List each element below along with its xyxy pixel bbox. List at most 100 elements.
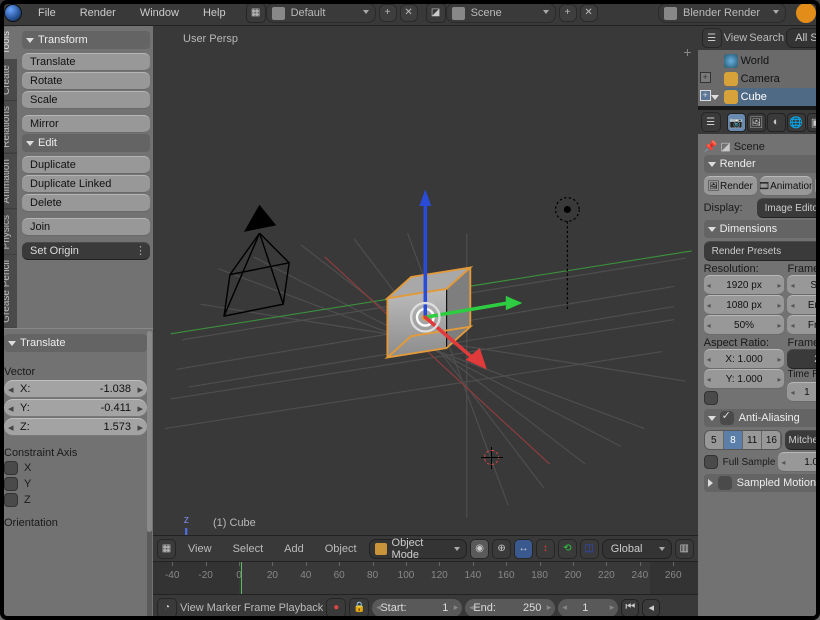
menu-file[interactable]: File [26, 3, 68, 22]
resolution-x-field[interactable]: 1920 px [704, 275, 785, 295]
region-toggle-icon[interactable]: + [683, 44, 691, 60]
panel-motion-blur-header[interactable]: Sampled Motion Blur [704, 474, 820, 492]
mirror-button[interactable]: Mirror [22, 115, 150, 133]
aspect-y-field[interactable]: Y: 1.000 [704, 369, 785, 389]
resolution-y-field[interactable]: 1080 px [704, 295, 785, 315]
tab-animation[interactable]: Animation [0, 154, 17, 209]
aa-filter-dropdown[interactable]: Mitchell-Netravali [785, 430, 820, 450]
animation-button[interactable]: 🎞Animation [760, 176, 813, 196]
duplicate-button[interactable]: Duplicate [22, 156, 150, 174]
panel-aa-header[interactable]: ✓Anti-Aliasing [704, 409, 820, 427]
manipulator-toggle-icon[interactable]: ↔ [514, 539, 533, 559]
olmenu-search[interactable]: Search [749, 32, 784, 44]
time-old-field[interactable]: 1 [787, 382, 820, 402]
panel-dimensions-header[interactable]: Dimensions [704, 220, 820, 238]
outliner-item-cube[interactable]: + Cube 👁↖📷 [724, 88, 820, 106]
outliner-tree[interactable]: World + Camera 👁↖📷 + Cube 👁↖📷 [698, 50, 820, 108]
pivot-icon[interactable]: ⊕ [492, 539, 511, 559]
layers-icon[interactable]: ▥ [675, 539, 694, 559]
vector-x-field[interactable]: X:-1.038 [4, 380, 147, 398]
screen-layout-dropdown[interactable]: Default [266, 3, 376, 23]
timeline-cursor[interactable] [241, 562, 242, 594]
set-origin-menu[interactable]: Set Origin [22, 242, 150, 260]
frame-start-field[interactable]: Start:1 [372, 599, 462, 617]
tab-physics[interactable]: Physics [0, 210, 17, 255]
timeline-editor-icon[interactable]: ◔ [157, 598, 177, 618]
3dmenu-select[interactable]: Select [224, 540, 273, 558]
border-check[interactable] [704, 391, 785, 405]
tlmenu-marker[interactable]: Marker [207, 602, 241, 614]
render-presets-dropdown[interactable]: Render Presets [704, 241, 820, 261]
outliner-filter-dropdown[interactable]: All Scenes [786, 28, 820, 48]
disclosure-icon[interactable] [711, 95, 719, 100]
fps-dropdown[interactable]: 24 fps [787, 349, 820, 369]
scene-dropdown[interactable]: Scene [446, 3, 556, 23]
translate-button[interactable]: Translate [22, 53, 150, 71]
layout-browse-icon[interactable]: ▦ [246, 3, 266, 23]
shading-icon[interactable]: ◉ [470, 539, 489, 559]
operator-header[interactable]: Translate [4, 334, 147, 352]
tab-create[interactable]: Create [0, 60, 17, 101]
expand-icon[interactable]: + [700, 90, 711, 101]
panel-render-header[interactable]: Render [704, 155, 820, 173]
frame-current-field[interactable]: 1 [558, 599, 618, 617]
render-engine-dropdown[interactable]: Blender Render [658, 3, 786, 23]
mode-dropdown[interactable]: Object Mode [369, 539, 468, 559]
constraint-x-check[interactable]: X [4, 461, 147, 475]
outliner-editor-icon[interactable]: ☰ [702, 28, 722, 48]
scale-button[interactable]: Scale [22, 91, 150, 109]
tlmenu-playback[interactable]: Playback [279, 602, 324, 614]
aa-11[interactable]: 11 [743, 431, 762, 449]
duplicate-linked-button[interactable]: Duplicate Linked [22, 175, 150, 193]
vector-y-field[interactable]: Y:-0.411 [4, 399, 147, 417]
ctx-scene-icon[interactable]: ◐ [767, 113, 786, 132]
full-sample-check[interactable]: Full Sample [704, 454, 776, 470]
3dmenu-add[interactable]: Add [275, 540, 313, 558]
join-button[interactable]: Join [22, 218, 150, 236]
render-button[interactable]: 🖼Render [704, 176, 757, 196]
pin-icon[interactable]: 📌 [704, 140, 718, 153]
expand-icon[interactable]: + [700, 72, 711, 83]
menu-help[interactable]: Help [191, 3, 238, 22]
tlmenu-view[interactable]: View [180, 602, 204, 614]
olmenu-view[interactable]: View [724, 32, 748, 44]
panel-transform-header[interactable]: Transform [22, 31, 150, 49]
constraint-z-check[interactable]: Z [4, 493, 147, 507]
scene-browse-icon[interactable]: ◪ [426, 3, 446, 23]
resolution-pct-field[interactable]: 50% [704, 315, 785, 335]
aa-5[interactable]: 5 [705, 431, 724, 449]
lock-icon[interactable]: 🔒 [349, 598, 369, 618]
outliner-item-world[interactable]: World [724, 52, 820, 70]
orientation-dropdown[interactable]: Global [602, 539, 672, 559]
tab-grease-pencil[interactable]: Grease Pencil [0, 255, 17, 329]
blender-logo-icon[interactable] [796, 3, 816, 23]
aa-samples-segmented[interactable]: 5 8 11 16 [704, 430, 783, 450]
constraint-y-check[interactable]: Y [4, 477, 147, 491]
aa-16[interactable]: 16 [762, 431, 781, 449]
3d-viewport[interactable]: User Persp [153, 26, 698, 535]
timeline-ruler[interactable]: -40-200204060801001201401601802002202402… [153, 561, 698, 594]
vector-z-field[interactable]: Z:1.573 [4, 418, 147, 436]
3dmenu-object[interactable]: Object [316, 540, 366, 558]
outliner-item-camera[interactable]: + Camera 👁↖📷 [724, 70, 820, 88]
panel-edit-header[interactable]: Edit [22, 134, 150, 152]
audio-button[interactable]: 🔊Audio [815, 176, 820, 196]
keyframe-prev-icon[interactable]: ◂ [642, 599, 660, 617]
tab-tools[interactable]: Tools [0, 26, 17, 60]
tab-relations[interactable]: Relations [0, 101, 17, 154]
manipulator-scale-icon[interactable]: ◫ [580, 539, 599, 559]
aa-8[interactable]: 8 [724, 431, 743, 449]
operator-scrollbar[interactable] [147, 331, 152, 618]
manipulator-translate-icon[interactable]: ↕ [536, 539, 555, 559]
frame-start-field[interactable]: Start : 1 [787, 275, 820, 295]
ctx-object-icon[interactable]: ▣ [807, 113, 820, 132]
aspect-x-field[interactable]: X: 1.000 [704, 349, 785, 369]
blender-icon[interactable] [4, 4, 22, 22]
ctx-render-layers-icon[interactable]: 🖼 [747, 113, 766, 132]
3dmenu-view[interactable]: View [179, 540, 221, 558]
scene-add-button[interactable]: + [559, 4, 577, 22]
frame-step-field[interactable]: Frame: 1 [787, 315, 820, 335]
ctx-world-icon[interactable]: 🌐 [787, 113, 806, 132]
scene-delete-button[interactable]: ✕ [580, 4, 598, 22]
manipulator-rotate-icon[interactable]: ⟲ [558, 539, 577, 559]
